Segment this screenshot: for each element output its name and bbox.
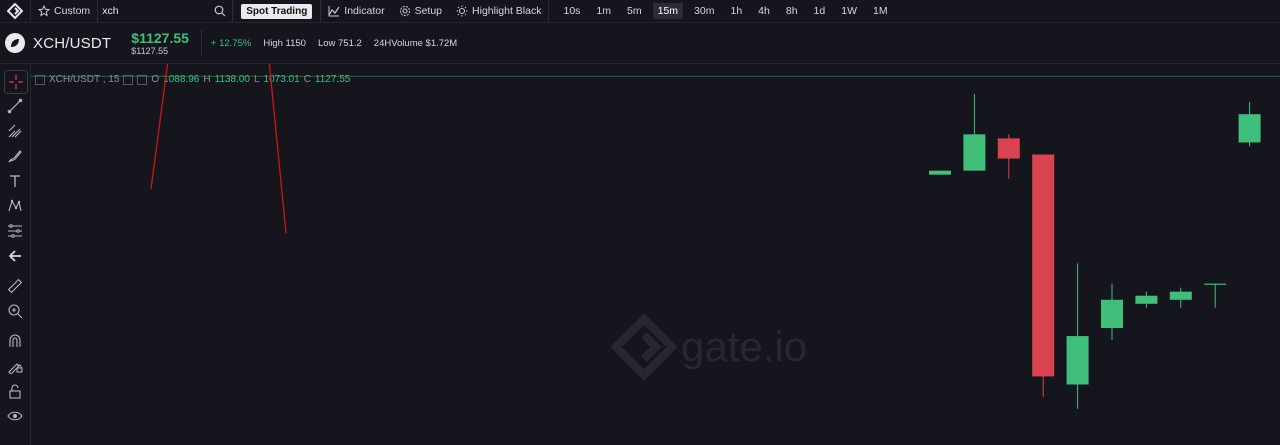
trend-line-tool-icon[interactable]	[4, 95, 26, 117]
chart-area[interactable]: XCH/USDT , 15 O 1088.96 H 1138.00 L 1073.01…	[31, 64, 1280, 445]
brush-tool-icon[interactable]	[4, 145, 26, 167]
divider	[232, 0, 234, 22]
unlock-icon[interactable]	[4, 380, 26, 402]
pair-name[interactable]: XCH/USDT	[33, 35, 111, 52]
candle-body[interactable]	[1169, 291, 1192, 300]
candle-body[interactable]	[1066, 336, 1089, 385]
pattern-tool-icon[interactable]	[4, 195, 26, 217]
search-icon[interactable]	[214, 5, 226, 17]
pitchfork-tool-icon[interactable]	[4, 120, 26, 142]
gate-watermark: gate.io	[610, 313, 807, 381]
eye-icon[interactable]	[4, 405, 26, 427]
candle-body[interactable]	[997, 138, 1020, 159]
crosshair-tool-icon[interactable]	[4, 70, 28, 94]
candlestick-plot[interactable]: gate.io	[31, 64, 1280, 445]
gate-logo-icon[interactable]	[0, 0, 31, 22]
interval-1h[interactable]: 1h	[722, 0, 750, 22]
change-percent: + 12.75%	[210, 37, 252, 49]
last-price: $1127.55	[131, 29, 189, 46]
interval-5m[interactable]: 5m	[619, 0, 650, 22]
sun-icon	[456, 5, 468, 17]
star-settings-icon	[38, 5, 50, 17]
interval-4h[interactable]: 4h	[750, 0, 778, 22]
interval-selector: 10s 1m 5m 15m 30m 1h 4h 8h 1d 1W 1M	[555, 0, 895, 22]
spot-trading-button[interactable]: Spot Trading	[241, 3, 313, 19]
candle-body[interactable]	[1032, 154, 1055, 377]
arrow-left-icon[interactable]	[4, 245, 26, 267]
watermark-text: gate.io	[681, 323, 807, 370]
custom-button[interactable]: Custom	[31, 0, 97, 22]
search-input[interactable]	[102, 5, 193, 17]
symbol-search	[98, 0, 232, 22]
highlight-label: Highlight Black	[472, 5, 542, 17]
interval-1w[interactable]: 1W	[833, 0, 865, 22]
interval-15m[interactable]: 15m	[652, 3, 684, 19]
high-24h: High 1150	[263, 37, 306, 49]
divider	[200, 30, 202, 56]
annotation-arrows	[150, 64, 287, 234]
setup-label: Setup	[414, 5, 443, 17]
interval-1m[interactable]: 1M	[865, 0, 896, 22]
candle-body[interactable]	[1101, 299, 1123, 328]
candles-layer	[929, 94, 1261, 409]
fib-tool-icon[interactable]	[4, 220, 26, 242]
chia-coin-icon	[5, 33, 25, 53]
candle-body[interactable]	[1238, 114, 1261, 143]
setup-button[interactable]: Setup	[392, 0, 449, 22]
low-24h: Low 751.2	[317, 37, 362, 49]
price-block: $1127.55 $1127.55	[131, 31, 189, 56]
custom-label: Custom	[54, 5, 91, 17]
magnet-icon[interactable]	[4, 330, 26, 352]
top-toolbar: Custom Spot Trading Indicator Setup High…	[0, 0, 1280, 23]
interval-30m[interactable]: 30m	[686, 0, 722, 22]
lock-drawing-icon[interactable]	[4, 355, 26, 377]
last-price-usd: $1127.55	[131, 45, 169, 56]
interval-10s[interactable]: 10s	[555, 0, 588, 22]
zoom-in-icon[interactable]	[4, 300, 26, 322]
volume-24h: 24HVolume $1.72M	[373, 37, 458, 49]
candle-body[interactable]	[1204, 283, 1227, 285]
indicator-label: Indicator	[344, 5, 385, 17]
candle-body[interactable]	[929, 170, 951, 175]
interval-8h[interactable]: 8h	[778, 0, 806, 22]
highlight-black-button[interactable]: Highlight Black	[449, 0, 548, 22]
ruler-tool-icon[interactable]	[4, 275, 26, 297]
interval-1m[interactable]: 1m	[588, 0, 619, 22]
interval-1d[interactable]: 1d	[806, 0, 834, 22]
indicator-button[interactable]: Indicator	[321, 0, 391, 22]
divider	[548, 0, 550, 22]
text-tool-icon[interactable]	[4, 170, 26, 192]
candle-body[interactable]	[963, 134, 986, 171]
gear-icon	[399, 5, 410, 17]
candle-body[interactable]	[1135, 295, 1158, 304]
drawing-toolbar	[0, 64, 31, 445]
ticker-bar: XCH/USDT $1127.55 $1127.55 + 12.75% High…	[0, 23, 1280, 64]
indicator-icon	[328, 6, 340, 17]
